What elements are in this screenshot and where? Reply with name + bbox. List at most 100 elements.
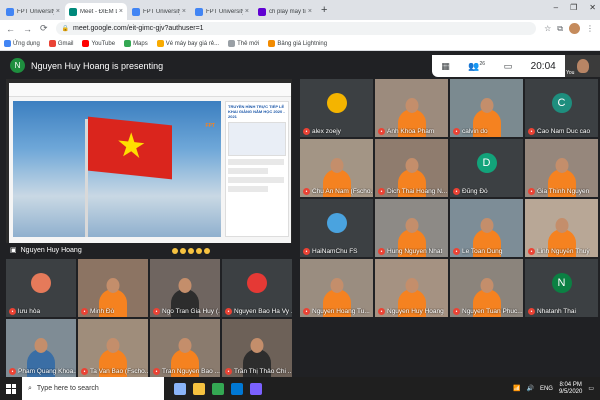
maximize-button[interactable]: ❐ <box>570 3 577 12</box>
presentation-tile[interactable]: ★ FPT TRUYỀN HÌNH TRỰC TIẾP LỄ KHAI GIẢN… <box>6 79 292 257</box>
reload-button[interactable]: ⟳ <box>40 23 48 34</box>
minimize-button[interactable]: – <box>554 3 558 12</box>
participant-name: Le Toan Dung <box>462 248 503 255</box>
self-label: You <box>566 70 575 76</box>
tab-favicon-icon <box>6 7 14 16</box>
participant-tile[interactable]: • Chu An Nam (Fscho... <box>300 139 373 197</box>
bookmark-label: Vé máy bay giá rẻ... <box>165 40 220 47</box>
mic-off-icon: • <box>378 308 385 315</box>
mic-off-icon: • <box>225 308 232 315</box>
participant-tile[interactable]: • Nguyen Huy Hoang <box>375 259 448 317</box>
mic-off-icon: • <box>303 128 310 135</box>
chat-icon[interactable]: ▭ <box>504 61 513 72</box>
close-window-button[interactable]: ✕ <box>589 3 596 12</box>
tab-close-icon[interactable]: × <box>56 8 60 15</box>
browser-tab[interactable]: ch play may tinh - Yahoo Search× <box>254 3 316 20</box>
edge-icon[interactable] <box>231 382 243 395</box>
participant-tile[interactable]: • Dich Thai Hoang N... <box>375 139 448 197</box>
browser-tab[interactable]: Meet - ĐIỂM DANH XEM LỄ× <box>65 3 127 20</box>
browser-tab[interactable]: FPT University - Calendar - Satu× <box>128 3 190 20</box>
volume-icon[interactable]: 🔊 <box>526 385 533 392</box>
participant-avatar: D <box>476 153 497 174</box>
tab-favicon-icon <box>195 7 203 16</box>
clock[interactable]: 8:04 PM 9/5/2020 <box>559 382 582 396</box>
participant-name-label: • Dich Thai Hoang N... <box>378 188 447 195</box>
taskbar-search[interactable]: ⌕ Type here to search <box>22 377 164 400</box>
participant-tile[interactable]: • calvin do <box>450 79 523 137</box>
tab-close-icon[interactable]: × <box>308 8 312 15</box>
tab-favicon-icon <box>132 7 140 16</box>
tab-favicon-icon <box>69 7 77 16</box>
participant-name: Gia Thinh Nguyen <box>537 188 590 195</box>
new-tab-button[interactable]: + <box>321 4 327 16</box>
participant-tile[interactable]: • alex zoejy <box>300 79 373 137</box>
participant-tile[interactable]: • HaiNamChu FS <box>300 199 373 257</box>
participant-tile[interactable]: • Minh Đỗ <box>78 259 148 317</box>
participant-tile[interactable]: • Ta Van Bao (Fscho... <box>78 319 148 377</box>
chrome-icon[interactable] <box>212 382 224 395</box>
participant-tile[interactable]: • Nguyen Tuan Phuc... <box>450 259 523 317</box>
participant-name: Pham Quang Khoa... <box>18 368 76 375</box>
participant-tile[interactable]: C • Cao Nam Duc cao <box>525 79 598 137</box>
participant-name: Ta Van Bao (Fscho... <box>90 368 148 375</box>
reaction-row <box>172 248 210 254</box>
bookmark-star-icon[interactable]: ☆ <box>544 24 551 33</box>
bookmark-item[interactable]: YouTube <box>82 40 115 47</box>
shared-text-line <box>228 168 268 174</box>
address-bar[interactable]: 🔒 meet.google.com/eit-gimc-gjv?authuser=… <box>55 22 537 35</box>
participant-tile[interactable]: • Nguyen Bao Ha Vy ... <box>222 259 292 317</box>
language-indicator[interactable]: ENG <box>540 386 553 392</box>
tab-close-icon[interactable]: × <box>245 8 249 15</box>
self-face <box>577 59 589 73</box>
bookmark-item[interactable]: Gmail <box>48 40 73 47</box>
toolbar-icons: ☆ ⧉ ⋮ <box>544 23 594 34</box>
participant-tile[interactable]: • lưu hòa <box>6 259 76 317</box>
network-icon[interactable]: 📶 <box>513 385 520 392</box>
menu-icon[interactable]: ⋮ <box>586 24 594 33</box>
participant-tile[interactable]: • Anh Khoa Pham <box>375 79 448 137</box>
participant-name-label: • Pham Quang Khoa... <box>9 368 76 375</box>
notifications-icon[interactable]: ▭ <box>588 385 594 392</box>
bookmark-label: Thẻ mới <box>237 40 260 47</box>
participant-tile[interactable]: • Trần Thị Thảo Chi ... <box>222 319 292 377</box>
tab-close-icon[interactable]: × <box>119 8 123 15</box>
participant-name-label: • Trần Thị Thảo Chi ... <box>225 368 292 375</box>
bookmark-item[interactable]: Ứng dụng <box>4 40 40 47</box>
participant-tile[interactable]: N • Nhatanh Thai <box>525 259 598 317</box>
participant-tile[interactable]: • Tran Nguyen Bao ... <box>150 319 220 377</box>
browser-tab[interactable]: FPT University - Calendar - Satu× <box>191 3 253 20</box>
participant-tile[interactable]: • Gia Thinh Nguyen <box>525 139 598 197</box>
bookmark-item[interactable]: Vé máy bay giá rẻ... <box>156 40 220 47</box>
self-view-tile[interactable]: You <box>565 55 600 77</box>
participant-tile[interactable]: • Hung Nguyen Nhat <box>375 199 448 257</box>
mic-off-icon: • <box>153 368 160 375</box>
people-icon[interactable]: 👥26 <box>468 61 485 72</box>
back-button[interactable]: ← <box>6 24 15 34</box>
participant-face <box>178 278 192 293</box>
participant-tile[interactable]: • Nguyen Hoang Tu... <box>300 259 373 317</box>
participant-tile[interactable]: • Linh Nguyễn Thuỳ <box>525 199 598 257</box>
participant-face <box>555 158 568 173</box>
presenter-avatar: N <box>10 58 25 73</box>
layout-grid-icon[interactable]: ▦ <box>441 61 450 72</box>
participant-name-label: • Ngo Tran Gia Huy (... <box>153 308 220 315</box>
bookmark-item[interactable]: Maps <box>124 40 148 47</box>
browser-tab[interactable]: FPT University - Calendar - Satu× <box>2 3 64 20</box>
participant-tile[interactable]: • Ngo Tran Gia Huy (... <box>150 259 220 317</box>
tab-close-icon[interactable]: × <box>182 8 186 15</box>
bookmark-icon <box>156 40 164 47</box>
participant-tile[interactable]: D • Đũng Đỗ <box>450 139 523 197</box>
bookmark-item[interactable]: Bảng giá Lightning <box>268 40 327 47</box>
system-tray: 📶 🔊 ENG 8:04 PM 9/5/2020 ▭ <box>513 377 594 400</box>
task-view-icon[interactable] <box>174 382 186 395</box>
participant-tile[interactable]: • Pham Quang Khoa... <box>6 319 76 377</box>
profile-avatar[interactable] <box>569 23 580 34</box>
participant-avatar <box>326 213 347 234</box>
participant-tile[interactable]: • Le Toan Dung <box>450 199 523 257</box>
bookmark-item[interactable]: Thẻ mới <box>228 40 259 47</box>
extensions-icon[interactable]: ⧉ <box>557 24 563 34</box>
forward-button[interactable]: → <box>23 24 32 34</box>
start-button[interactable] <box>0 377 22 400</box>
store-icon[interactable] <box>250 382 262 395</box>
file-explorer-icon[interactable] <box>193 382 205 395</box>
